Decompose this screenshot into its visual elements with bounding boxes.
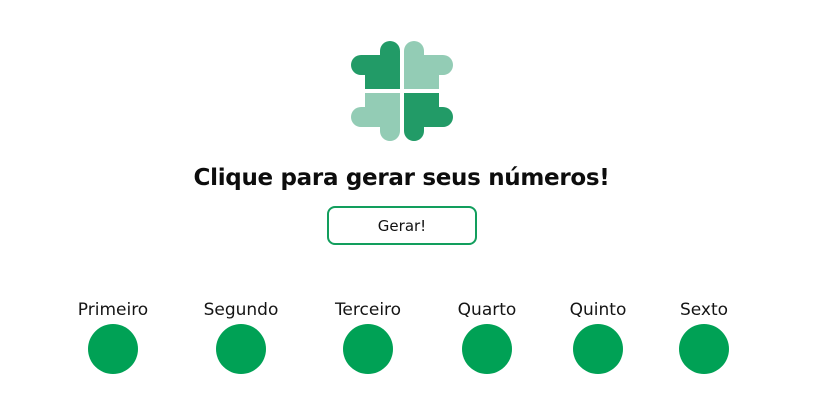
page-title: Clique para gerar seus números! [193, 165, 610, 191]
slot-label: Terceiro [334, 300, 402, 320]
number-slot-fourth: Quarto [432, 299, 542, 374]
number-ball [573, 324, 623, 374]
clover-leaf-top-right [404, 41, 453, 89]
clover-leaf-top-left [351, 41, 400, 89]
number-slot-third: Terceiro [313, 299, 423, 374]
number-ball [679, 324, 729, 374]
slot-label: Sexto [679, 300, 729, 320]
slot-label: Primeiro [77, 300, 149, 320]
number-slot-second: Segundo [186, 299, 296, 374]
number-slot-sixth: Sexto [649, 299, 759, 374]
number-slot-first: Primeiro [58, 299, 168, 374]
page: Clique para gerar seus números! Gerar! P… [0, 0, 830, 418]
number-ball [216, 324, 266, 374]
slot-label: Segundo [203, 300, 279, 320]
clover-leaf-bottom-right [404, 93, 453, 141]
slot-label: Quarto [457, 300, 517, 320]
slot-label: Quinto [569, 300, 627, 320]
number-slot-fifth: Quinto [543, 299, 653, 374]
number-ball [343, 324, 393, 374]
clover-leaf-bottom-left [351, 93, 400, 141]
generate-button[interactable]: Gerar! [327, 206, 477, 245]
number-ball [462, 324, 512, 374]
four-leaf-clover-icon [351, 41, 453, 141]
number-ball [88, 324, 138, 374]
